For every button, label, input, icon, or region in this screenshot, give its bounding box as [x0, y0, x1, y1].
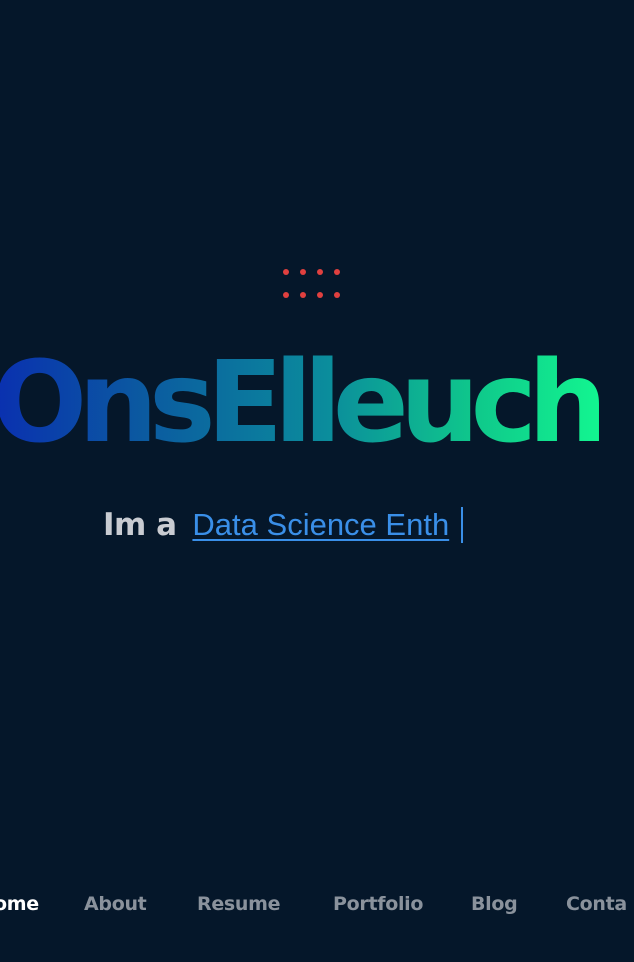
hero-name: OnsElleuch — [0, 338, 634, 468]
dot — [334, 269, 340, 275]
dot — [283, 269, 289, 275]
nav-item-portfolio[interactable]: Portfolio — [333, 886, 423, 922]
dot — [300, 292, 306, 298]
dot — [334, 292, 340, 298]
tagline-typed-link[interactable]: Data Science Enth — [192, 507, 449, 542]
dot-grid-icon — [283, 269, 347, 303]
typing-caret — [461, 507, 464, 543]
dot — [317, 269, 323, 275]
dot — [317, 292, 323, 298]
nav-item-resume[interactable]: Resume — [197, 886, 281, 922]
main-nav: ome About Resume Portfolio Blog Conta — [0, 886, 634, 922]
nav-item-blog[interactable]: Blog — [471, 886, 518, 922]
dot — [283, 292, 289, 298]
nav-item-contact[interactable]: Conta — [566, 886, 627, 922]
nav-item-home[interactable]: ome — [0, 886, 39, 922]
hero-name-text: OnsElleuch — [0, 338, 608, 468]
nav-item-about[interactable]: About — [84, 886, 147, 922]
dot — [300, 269, 306, 275]
hero-tagline: Im a Data Science Enth — [103, 500, 464, 550]
tagline-prefix: Im a — [103, 507, 177, 543]
